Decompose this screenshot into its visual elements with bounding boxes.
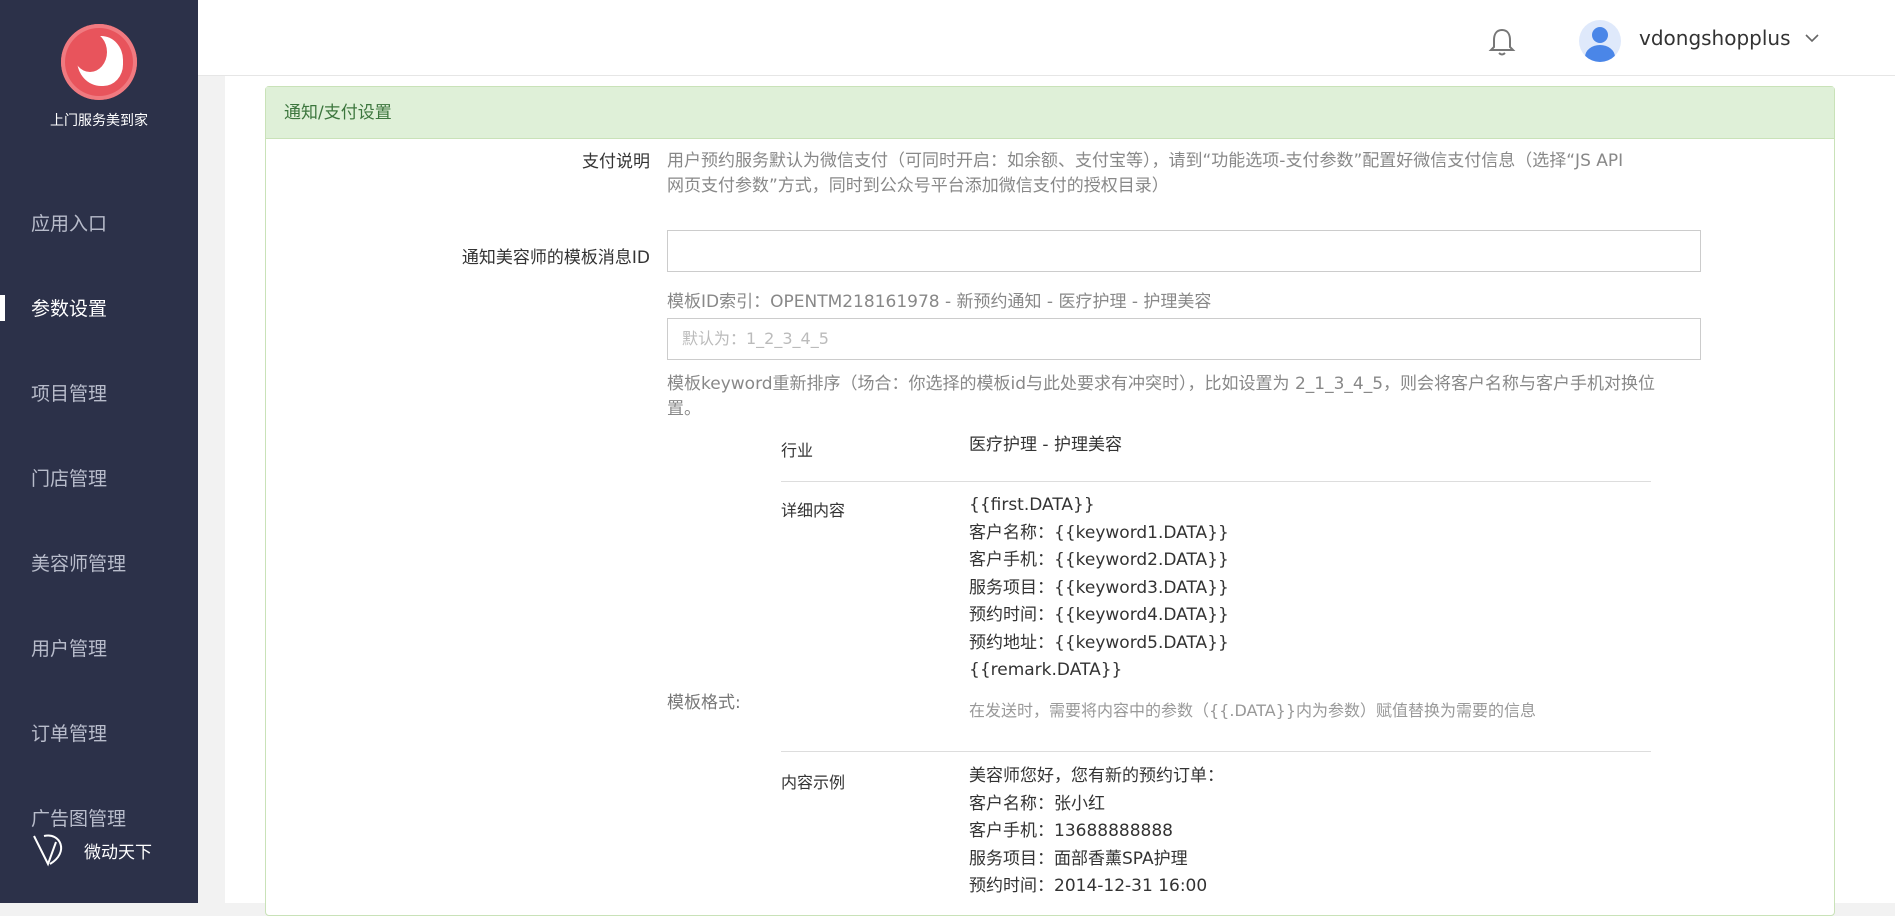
pay-help: 用户预约服务默认为微信支付（可同时开启：如余额、支付宝等），请到“功能选项-支付… <box>667 149 1697 199</box>
detail-line: {{remark.DATA}} <box>969 660 1123 680</box>
bell-icon[interactable] <box>1488 27 1516 57</box>
pay-label: 支付说明 <box>582 152 650 172</box>
example-lines: 美容师您好，您有新的预约订单： 客户名称：张小红 客户手机：1368888888… <box>969 763 1224 901</box>
sidebar: 上门服务美到家 应用入口 参数设置 项目管理 门店管理 美容师管理 用户管理 订… <box>0 0 198 903</box>
sidebar-item-store-management[interactable]: 门店管理 <box>0 435 198 520</box>
brand-footer: 微动天下 <box>30 832 152 868</box>
logo-text: 上门服务美到家 <box>50 113 148 129</box>
sidebar-item-app-entry[interactable]: 应用入口 <box>0 180 198 265</box>
template-index: 模板ID索引：OPENTM218161978 - 新预约通知 - 医疗护理 - … <box>667 292 1212 312</box>
divider <box>781 481 1651 482</box>
detail-key: 详细内容 <box>781 501 846 520</box>
order-help-line-2: 置。 <box>667 399 701 419</box>
detail-note: 在发送时，需要将内容中的参数（{{.DATA}}内为参数）赋值替换为需要的信息 <box>969 700 1537 720</box>
example-line: 客户手机：13688888888 <box>969 821 1173 841</box>
sidebar-item-project-management[interactable]: 项目管理 <box>0 350 198 435</box>
brand-name: 微动天下 <box>84 842 152 863</box>
template-format-label: 模板格式: <box>667 693 741 713</box>
settings-panel: 通知/支付设置 支付说明 用户预约服务默认为微信支付（可同时开启：如余额、支付宝… <box>265 86 1835 916</box>
example-line: 美容师您好，您有新的预约订单： <box>969 766 1224 786</box>
detail-line: 服务项目：{{keyword3.DATA}} <box>969 577 1229 598</box>
username[interactable]: vdongshopplus <box>1639 26 1791 50</box>
example-line: 服务项目：面部香薰SPA护理 <box>969 848 1188 869</box>
sidebar-item-order-management[interactable]: 订单管理 <box>0 690 198 775</box>
template-id-input[interactable] <box>667 230 1701 272</box>
logo-icon <box>61 24 137 100</box>
sidebar-item-beautician-management[interactable]: 美容师管理 <box>0 520 198 605</box>
detail-line: 客户手机：{{keyword2.DATA}} <box>969 550 1229 570</box>
sidebar-nav: 应用入口 参数设置 项目管理 门店管理 美容师管理 用户管理 订单管理 广告图管… <box>0 180 198 860</box>
pay-help-line-2: 网页支付参数”方式，同时到公众号平台添加微信支付的授权目录） <box>667 176 1169 196</box>
order-help-line-1: 模板keyword重新排序（场合：你选择的模板id与此处要求有冲突时），比如设置… <box>667 374 1656 394</box>
detail-lines: {{first.DATA}} 客户名称：{{keyword1.DATA}} 客户… <box>969 492 1536 724</box>
top-bar: vdongshopplus <box>198 0 1895 76</box>
industry-value: 医疗护理 - 护理美容 <box>969 435 1122 455</box>
app-logo[interactable]: 上门服务美到家 <box>0 24 198 130</box>
order-help: 模板keyword重新排序（场合：你选择的模板id与此处要求有冲突时），比如设置… <box>667 372 1707 422</box>
brand-logo-icon <box>33 834 63 867</box>
sidebar-item-parameter-settings[interactable]: 参数设置 <box>0 265 198 350</box>
detail-line: 预约时间：{{keyword4.DATA}} <box>969 605 1229 625</box>
pay-help-line-1: 用户预约服务默认为微信支付（可同时开启：如余额、支付宝等），请到“功能选项-支付… <box>667 151 1624 171</box>
panel-title: 通知/支付设置 <box>266 87 1834 139</box>
divider <box>781 751 1651 752</box>
avatar[interactable] <box>1579 20 1621 62</box>
detail-line: 预约地址：{{keyword5.DATA}} <box>969 632 1229 653</box>
template-id-label: 通知美容师的模板消息ID <box>461 248 650 268</box>
example-key: 内容示例 <box>781 773 846 792</box>
detail-line: {{first.DATA}} <box>969 495 1095 515</box>
detail-line: 客户名称：{{keyword1.DATA}} <box>969 522 1229 543</box>
sidebar-item-user-management[interactable]: 用户管理 <box>0 605 198 690</box>
main-content: 通知/支付设置 支付说明 用户预约服务默认为微信支付（可同时开启：如余额、支付宝… <box>225 76 1895 916</box>
industry-key: 行业 <box>781 441 814 460</box>
chevron-down-icon[interactable] <box>1804 30 1820 46</box>
example-line: 客户名称：张小红 <box>969 793 1105 814</box>
example-line: 预约时间：2014-12-31 16:00 <box>969 876 1208 896</box>
keyword-order-input[interactable]: 默认为：1_2_3_4_5 <box>667 318 1701 360</box>
